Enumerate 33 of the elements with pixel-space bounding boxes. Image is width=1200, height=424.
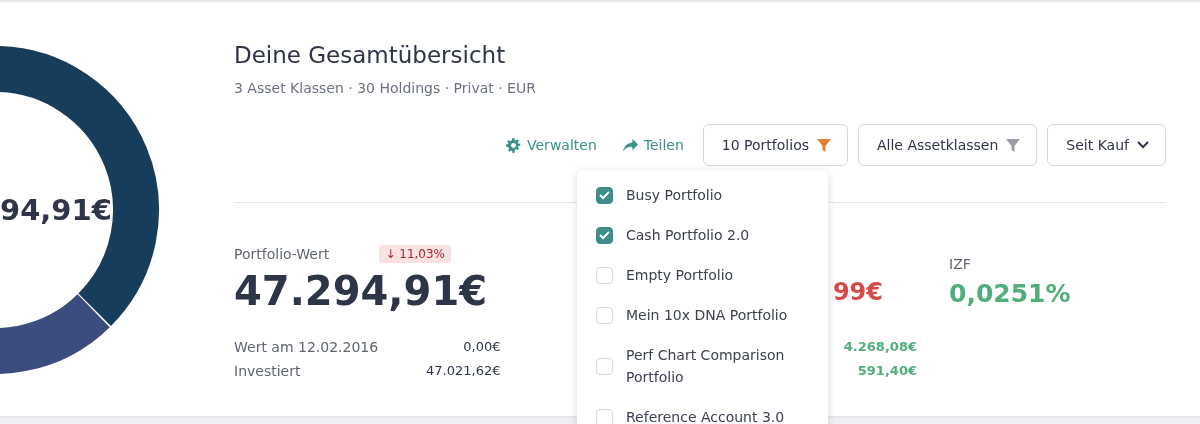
check-icon [599, 190, 610, 200]
page-title: Deine Gesamtübersicht [234, 41, 507, 70]
row-value: 591,40€ [857, 362, 917, 380]
manage-link[interactable]: Verwalten [506, 137, 597, 153]
donut-center-value: 94,91€ [0, 192, 112, 228]
period-dropdown[interactable]: Seit Kauf [1047, 124, 1166, 166]
stat-value: 47.294,91€ [234, 267, 489, 315]
portfolio-option[interactable]: Empty Portfolio [577, 255, 828, 295]
portfolio-option[interactable]: Cash Portfolio 2.0 [577, 215, 828, 255]
row-label: Wert am 12.02.2016 [234, 338, 379, 357]
share-link[interactable]: Teilen [622, 137, 684, 153]
share-icon [622, 137, 638, 153]
row-value: 47.021,62€ [426, 362, 501, 380]
portfolio-option[interactable]: Busy Portfolio [577, 175, 828, 215]
row-value: 0,00€ [463, 338, 501, 356]
check-icon [599, 230, 610, 240]
row-label: Investiert [234, 362, 301, 381]
row-value: 4.268,08€ [843, 338, 917, 356]
chevron-down-icon [1137, 141, 1149, 149]
filter-button[interactable]: Alle Assetklassen [858, 124, 1038, 166]
portfolio-option[interactable]: Perf Chart Comparison Portfolio [577, 335, 828, 397]
stat-value: 0,0251% [949, 278, 1072, 310]
gear-icon [506, 137, 521, 153]
change-badge: ↓ 11,03% [379, 245, 451, 263]
filter-button[interactable]: 10 Portfolios [702, 124, 848, 166]
portfolio-option[interactable]: Reference Account 3.0 [577, 397, 828, 424]
portfolio-option[interactable]: Mein 10x DNA Portfolio [577, 295, 828, 335]
checkbox[interactable] [596, 226, 613, 244]
stat-value: 99€ [832, 277, 883, 308]
summary-text: 3 Asset Klassen · 30 Holdings · Privat · EUR [234, 79, 537, 98]
stat-label: IZF [949, 256, 971, 272]
checkbox[interactable] [596, 186, 613, 204]
stat-label: Portfolio-Wert [234, 246, 330, 262]
